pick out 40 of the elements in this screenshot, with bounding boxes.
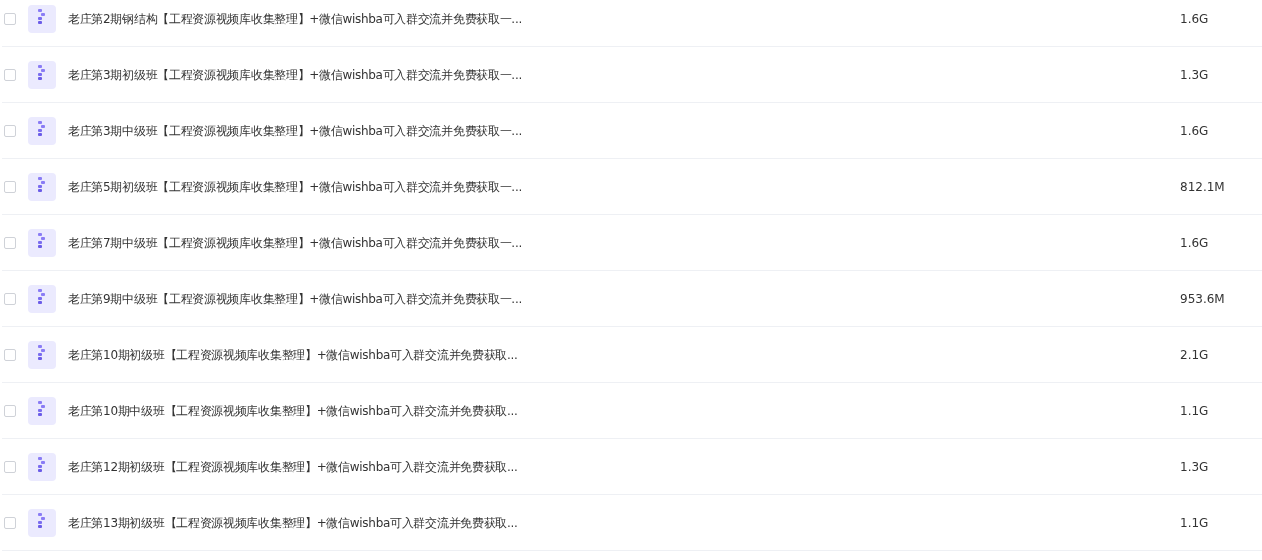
checkbox[interactable] [4,348,16,361]
file-name[interactable]: 老庄第7期中级班【工程资源视频库收集整理】+微信wishba可入群交流并免费获取一... [68,233,522,252]
file-size: 1.1G [1180,402,1209,420]
file-size: 1.6G [1180,234,1209,252]
archive-file-icon [28,228,56,257]
checkbox[interactable] [4,180,16,193]
file-name[interactable]: 老庄第10期中级班【工程资源视频库收集整理】+微信wishba可入群交流并免费获取... [68,401,518,420]
checkbox[interactable] [4,460,16,473]
checkbox[interactable] [4,292,16,305]
file-name[interactable]: 老庄第13期初级班【工程资源视频库收集整理】+微信wishba可入群交流并免费获取... [68,513,518,532]
file-name[interactable]: 老庄第10期初级班【工程资源视频库收集整理】+微信wishba可入群交流并免费获取... [68,345,518,364]
file-size: 2.1G [1180,346,1209,364]
file-size: 953.6M [1180,290,1225,308]
file-name[interactable]: 老庄第3期初级班【工程资源视频库收集整理】+微信wishba可入群交流并免费获取一... [68,65,522,84]
archive-file-icon [28,116,56,145]
archive-file-icon [28,284,56,313]
checkbox[interactable] [4,236,16,249]
checkbox[interactable] [4,68,16,81]
file-name[interactable]: 老庄第9期中级班【工程资源视频库收集整理】+微信wishba可入群交流并免费获取一... [68,289,522,308]
file-size: 1.3G [1180,458,1209,476]
file-name[interactable]: 老庄第5期初级班【工程资源视频库收集整理】+微信wishba可入群交流并免费获取一... [68,177,522,196]
archive-file-icon [28,452,56,481]
file-name[interactable]: 老庄第12期初级班【工程资源视频库收集整理】+微信wishba可入群交流并免费获取... [68,457,518,476]
file-size: 1.1G [1180,514,1209,532]
checkbox[interactable] [4,404,16,417]
archive-file-icon [28,340,56,369]
checkbox[interactable] [4,124,16,137]
checkbox[interactable] [4,516,16,529]
file-size: 1.6G [1180,122,1209,140]
file-size: 1.6G [1180,10,1209,28]
archive-file-icon [28,60,56,89]
checkbox[interactable] [4,12,16,25]
archive-file-icon [28,172,56,201]
file-size: 1.3G [1180,66,1209,84]
archive-file-icon [28,396,56,425]
file-size: 812.1M [1180,178,1225,196]
archive-file-icon [28,4,56,33]
archive-file-icon [28,508,56,537]
file-name[interactable]: 老庄第3期中级班【工程资源视频库收集整理】+微信wishba可入群交流并免费获取一... [68,121,522,140]
file-name[interactable]: 老庄第2期钢结构【工程资源视频库收集整理】+微信wishba可入群交流并免费获取一... [68,9,522,28]
